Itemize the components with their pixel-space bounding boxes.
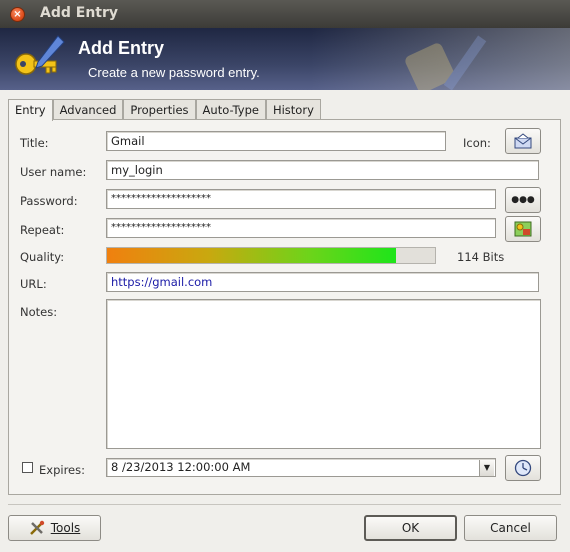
repeat-label: Repeat: [20, 223, 65, 237]
close-window-button[interactable]: × [10, 7, 25, 22]
key-pen-icon [15, 35, 65, 75]
tab-properties[interactable]: Properties [123, 99, 196, 120]
password-input[interactable]: ******************** [106, 189, 496, 209]
url-input[interactable]: https://gmail.com [106, 272, 539, 292]
tab-history[interactable]: History [265, 99, 321, 120]
password-quality-bar [106, 247, 436, 264]
password-label: Password: [20, 194, 78, 208]
ok-button[interactable]: OK [364, 515, 457, 541]
banner-watermark-icon [405, 35, 487, 90]
expiry-date-value: 8 /23/2013 12:00:00 AM [111, 460, 251, 474]
window-titlebar: × Add Entry [0, 0, 570, 28]
header-banner: Add Entry Create a new password entry. [0, 28, 570, 90]
tools-icon [29, 520, 44, 535]
chevron-down-icon[interactable]: ▼ [479, 460, 494, 476]
password-generator-icon [514, 221, 532, 237]
clock-icon [514, 459, 532, 477]
password-generator-button[interactable] [505, 216, 541, 242]
tools-button-label: Tools [50, 521, 81, 535]
title-label: Title: [20, 136, 49, 150]
icon-label: Icon: [463, 136, 491, 150]
expires-label[interactable]: Expires: [39, 463, 85, 477]
expires-checkbox[interactable] [22, 462, 33, 473]
tab-bar: Entry Advanced Properties Auto-Type Hist… [8, 99, 321, 121]
envelope-icon [514, 133, 532, 149]
icon-picker-button[interactable] [505, 128, 541, 154]
username-label: User name: [20, 165, 87, 179]
expiry-date-picker[interactable]: 8 /23/2013 12:00:00 AM ▼ [106, 458, 496, 477]
cancel-button-label: Cancel [490, 521, 531, 535]
banner-title: Add Entry [78, 38, 165, 58]
quality-label: Quality: [20, 250, 65, 264]
tab-entry[interactable]: Entry [8, 99, 53, 121]
show-password-button[interactable]: ●●● [505, 187, 541, 213]
ok-button-label: OK [401, 521, 420, 535]
tools-button[interactable]: Tools [8, 515, 101, 541]
notes-label: Notes: [20, 305, 58, 319]
tab-advanced[interactable]: Advanced [52, 99, 124, 120]
quality-bits-text: 114 Bits [457, 250, 505, 264]
title-input[interactable]: Gmail [106, 131, 446, 151]
tab-auto-type[interactable]: Auto-Type [195, 99, 266, 120]
url-label: URL: [20, 277, 47, 291]
password-quality-fill [107, 248, 396, 263]
repeat-password-input[interactable]: ******************** [106, 218, 496, 238]
username-input[interactable]: my_login [106, 160, 539, 180]
notes-textarea[interactable] [106, 299, 541, 449]
cancel-button[interactable]: Cancel [464, 515, 557, 541]
window-title: Add Entry [40, 5, 119, 21]
standard-expires-button[interactable] [505, 455, 541, 481]
banner-subtitle: Create a new password entry. [88, 65, 260, 80]
footer-separator [8, 504, 561, 505]
